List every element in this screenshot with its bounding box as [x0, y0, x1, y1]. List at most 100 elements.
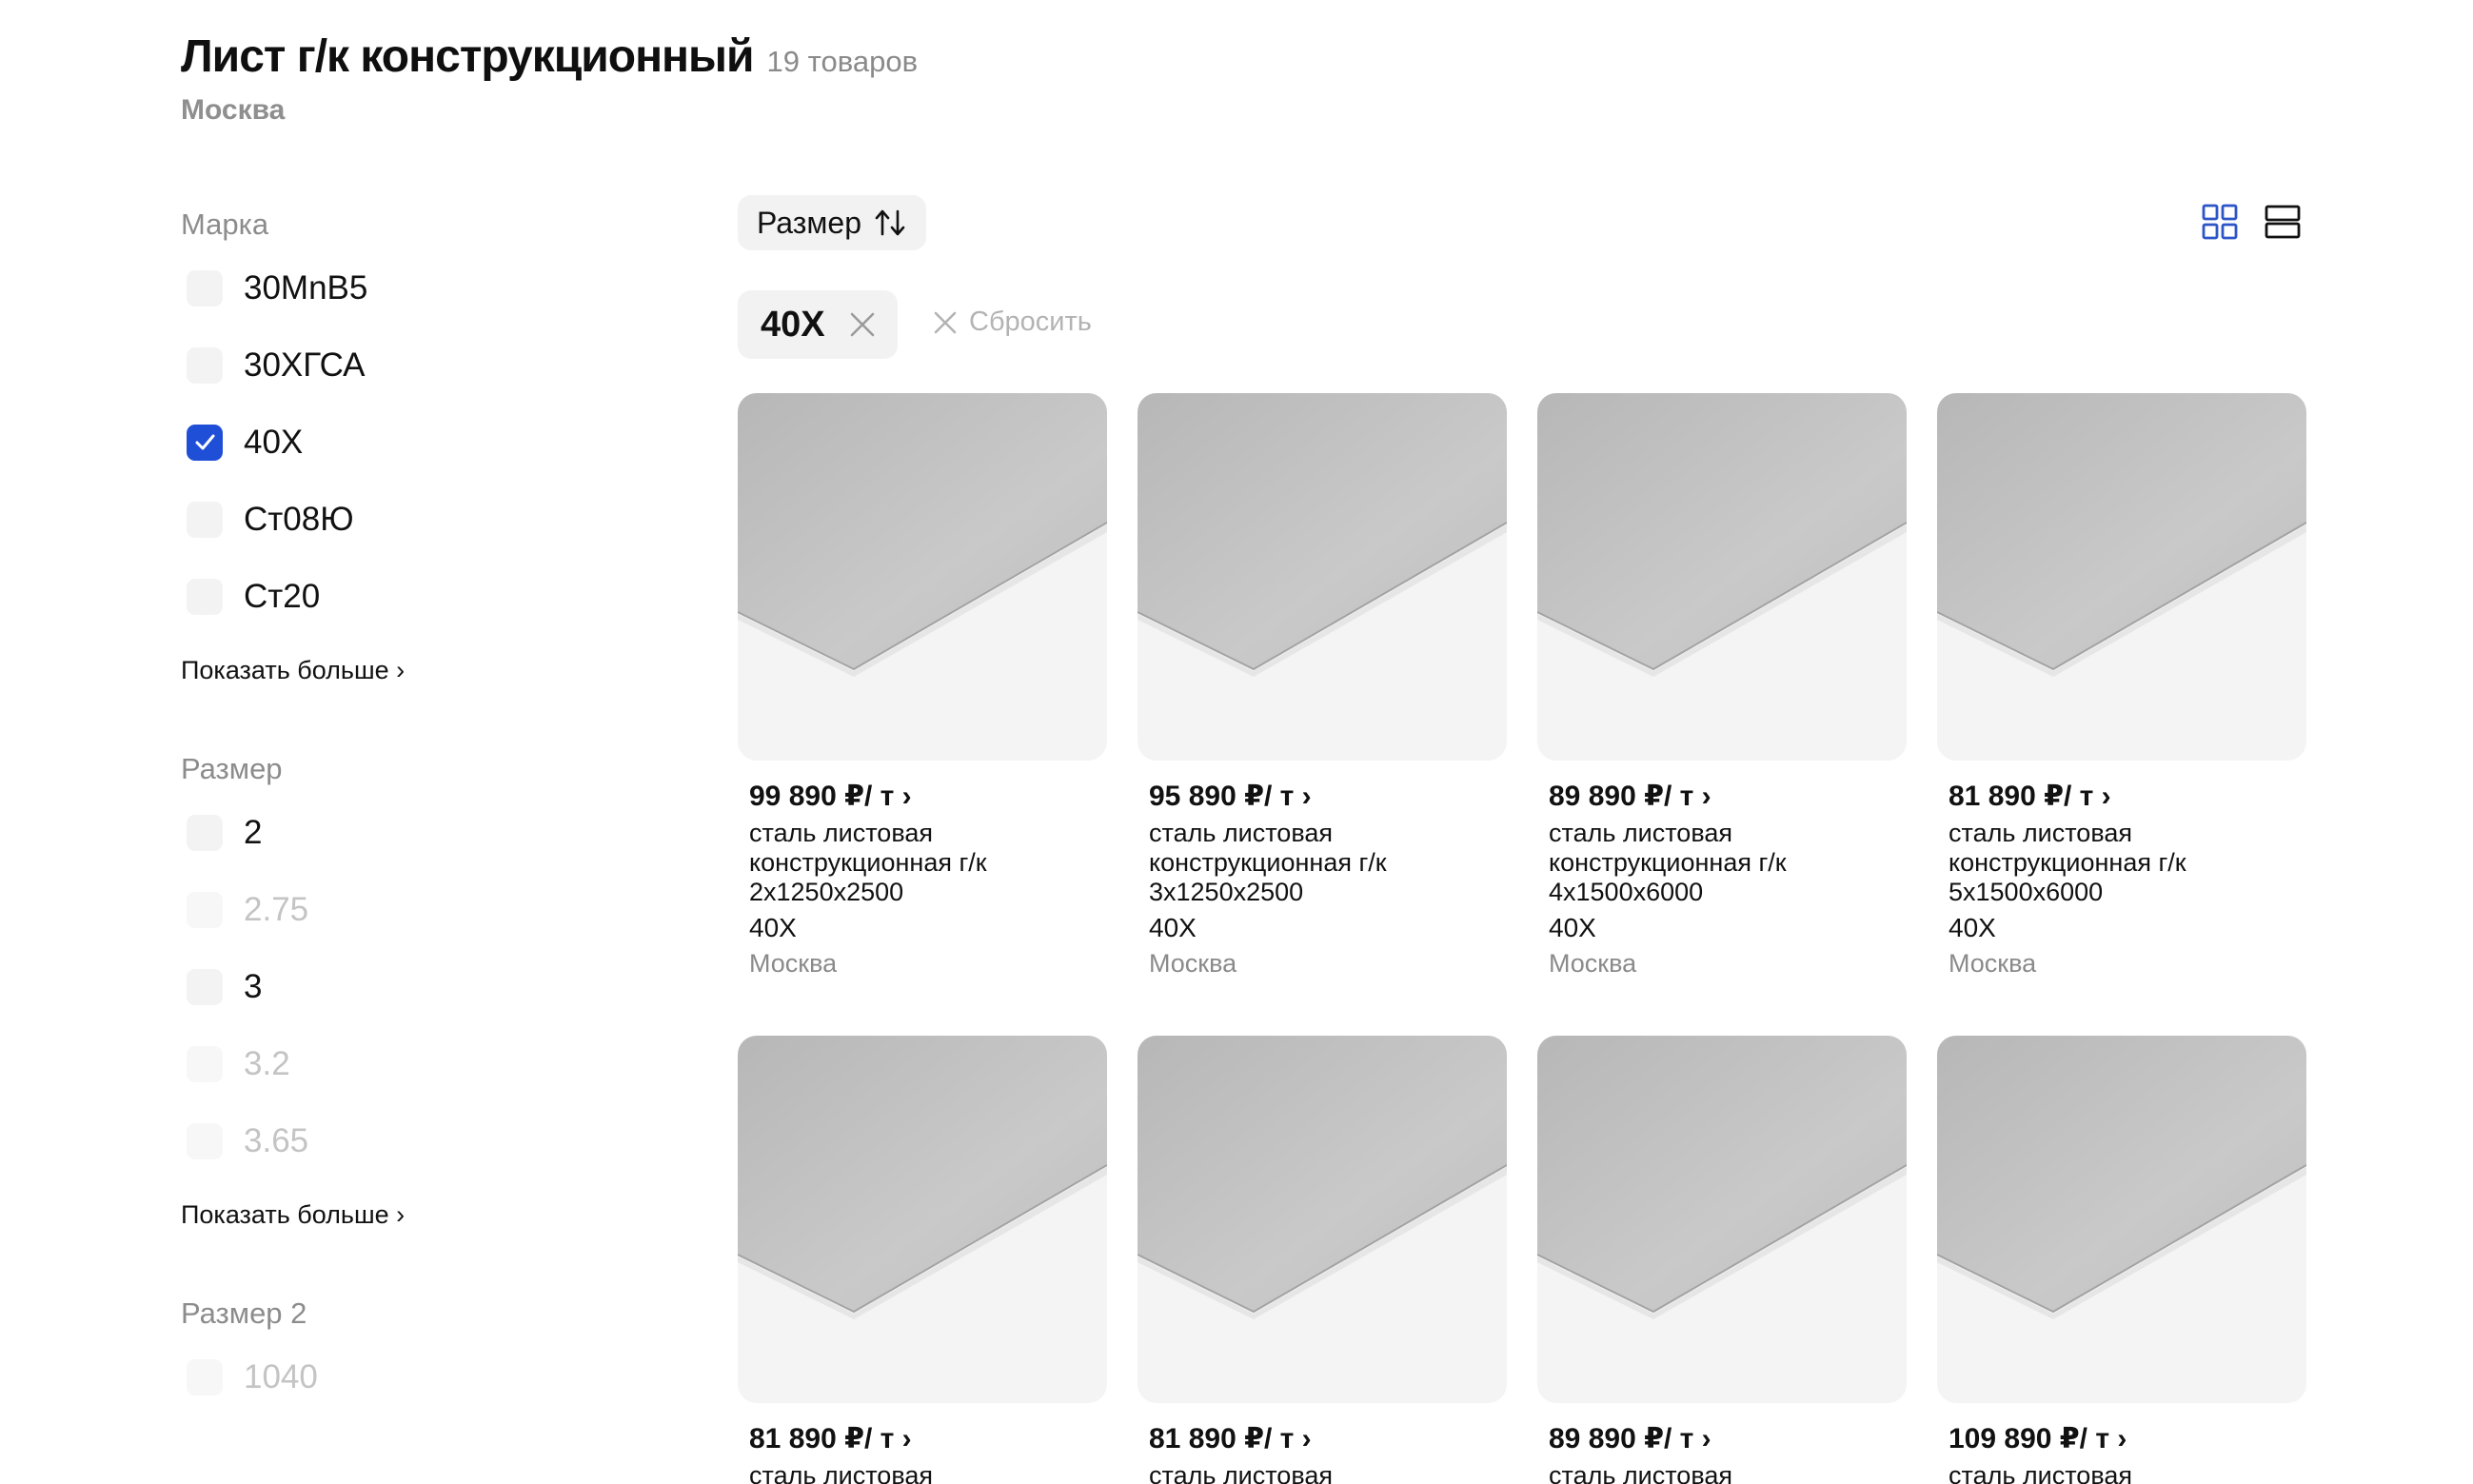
filter-option-label: 3: [244, 967, 263, 1005]
product-name[interactable]: сталь листовая конструкционная г/к 5x150…: [1949, 819, 2291, 907]
product-price[interactable]: 81 890 ₽/ т ›: [1949, 780, 2306, 813]
filter-option: 1040: [181, 1338, 676, 1415]
page-header: Лист г/к конструкционный 19 товаров Моск…: [181, 30, 918, 127]
filters-sidebar: Марка 30MnB5 30ХГСА 40Х Ст08Ю Ст20 Показать бо…: [181, 200, 676, 1415]
checkbox[interactable]: [187, 814, 223, 851]
checkbox: [187, 891, 223, 928]
checkbox: [187, 1122, 223, 1159]
product-price[interactable]: 81 890 ₽/ т ›: [749, 1422, 1107, 1455]
product-image-frame[interactable]: [738, 393, 1107, 761]
product-card[interactable]: 99 890 ₽/ т › сталь листовая конструкцион…: [738, 393, 1107, 979]
checkbox[interactable]: [187, 578, 223, 615]
product-name[interactable]: сталь листовая: [1949, 1461, 2291, 1484]
product-info: 81 890 ₽/ т › сталь листовая: [738, 1422, 1107, 1484]
product-name[interactable]: сталь листовая: [749, 1461, 1092, 1484]
product-image-frame[interactable]: [738, 1036, 1107, 1403]
product-price[interactable]: 99 890 ₽/ т ›: [749, 780, 1107, 813]
filter-option: 3.2: [181, 1025, 676, 1102]
filter-option[interactable]: Ст20: [181, 558, 676, 635]
checkbox[interactable]: [187, 501, 223, 538]
product-info: 89 890 ₽/ т › сталь листовая конструкцион…: [1537, 780, 1907, 979]
product-info: 81 890 ₽/ т › сталь листовая: [1138, 1422, 1507, 1484]
sort-label: Размер: [757, 205, 861, 240]
filter-option[interactable]: 2: [181, 794, 676, 871]
filter-option: 2.75: [181, 871, 676, 948]
filter-group: Размер 2 2.75 3 3.2 3.65 Показать больше ›: [181, 744, 676, 1289]
filter-option-label: 2: [244, 813, 263, 851]
checkbox[interactable]: [187, 346, 223, 384]
checkmark-icon: [195, 434, 215, 449]
product-city: Москва: [749, 949, 838, 978]
filter-option[interactable]: 30ХГСА: [181, 326, 676, 404]
filter-option-label: 1040: [244, 1357, 318, 1395]
page-title: Лист г/к конструкционный: [181, 31, 755, 82]
product-price[interactable]: 89 890 ₽/ т ›: [1549, 1422, 1907, 1455]
filter-option-label: Ст20: [244, 577, 321, 615]
product-image-frame[interactable]: [1937, 393, 2306, 761]
show-more-link[interactable]: Показать больше ›: [181, 656, 405, 685]
product-price[interactable]: 109 890 ₽/ т ›: [1949, 1422, 2306, 1455]
filter-option[interactable]: Ст08Ю: [181, 481, 676, 558]
city-label: Москва: [181, 94, 286, 126]
product-info: 109 890 ₽/ т › сталь листовая: [1937, 1422, 2306, 1484]
filter-title: Размер 2: [181, 1296, 307, 1330]
product-city: Москва: [1949, 949, 2037, 978]
product-name[interactable]: сталь листовая конструкционная г/к 3x125…: [1149, 819, 1492, 907]
product-card[interactable]: 109 890 ₽/ т › сталь листовая: [1937, 1036, 2306, 1484]
product-info: 89 890 ₽/ т › сталь листовая: [1537, 1422, 1907, 1484]
product-image: [1537, 393, 1907, 677]
product-image: [1937, 1036, 2306, 1319]
filter-option: 3.65: [181, 1102, 676, 1179]
filter-option-label: 40Х: [244, 423, 304, 461]
filter-option-label: 3.65: [244, 1121, 309, 1159]
product-name[interactable]: сталь листовая: [1149, 1461, 1492, 1484]
product-image: [1537, 1036, 1907, 1319]
filter-option-label: 2.75: [244, 890, 309, 928]
reset-filters-button[interactable]: Сбросить: [931, 307, 1092, 338]
product-name[interactable]: сталь листовая конструкционная г/к 2x125…: [749, 819, 1092, 907]
grid-view-icon[interactable]: [2201, 203, 2239, 241]
close-icon[interactable]: [848, 310, 877, 339]
product-grade: 40Х: [1949, 913, 1996, 942]
reset-label: Сбросить: [969, 307, 1092, 337]
title-row: Лист г/к конструкционный 19 товаров: [181, 30, 918, 83]
filter-title: Размер: [181, 752, 283, 785]
product-name[interactable]: сталь листовая: [1549, 1461, 1891, 1484]
product-image-frame[interactable]: [1537, 393, 1907, 761]
checkbox: [187, 1358, 223, 1395]
sort-button[interactable]: Размер: [738, 195, 926, 250]
product-info: 99 890 ₽/ т › сталь листовая конструкцион…: [738, 780, 1107, 979]
product-price[interactable]: 81 890 ₽/ т ›: [1149, 1422, 1507, 1455]
product-card[interactable]: 95 890 ₽/ т › сталь листовая конструкцион…: [1138, 393, 1507, 979]
product-image: [1138, 1036, 1507, 1319]
product-price[interactable]: 89 890 ₽/ т ›: [1549, 780, 1907, 813]
product-card[interactable]: 81 890 ₽/ т › сталь листовая: [1138, 1036, 1507, 1484]
show-more-link[interactable]: Показать больше ›: [181, 1200, 405, 1230]
filter-option[interactable]: 40Х: [181, 404, 676, 481]
product-name[interactable]: сталь листовая конструкционная г/к 4x150…: [1549, 819, 1891, 907]
chip-label: 40Х: [761, 304, 825, 345]
checkbox[interactable]: [187, 424, 223, 461]
checkbox[interactable]: [187, 269, 223, 307]
product-card[interactable]: 89 890 ₽/ т › сталь листовая конструкцион…: [1537, 393, 1907, 979]
filter-option-label: Ст08Ю: [244, 500, 354, 538]
product-card[interactable]: 81 890 ₽/ т › сталь листовая: [738, 1036, 1107, 1484]
product-card[interactable]: 81 890 ₽/ т › сталь листовая конструкцион…: [1937, 393, 2306, 979]
product-city: Москва: [1149, 949, 1237, 978]
product-image-frame[interactable]: [1138, 1036, 1507, 1403]
product-price[interactable]: 95 890 ₽/ т ›: [1149, 780, 1507, 813]
checkbox[interactable]: [187, 968, 223, 1005]
list-view-icon[interactable]: [2264, 203, 2302, 241]
product-grade: 40Х: [749, 913, 797, 942]
filter-option[interactable]: 30MnB5: [181, 249, 676, 326]
filter-group: Марка 30MnB5 30ХГСА 40Х Ст08Ю Ст20 Показать бо…: [181, 200, 676, 744]
product-city: Москва: [1549, 949, 1637, 978]
product-card[interactable]: 89 890 ₽/ т › сталь листовая: [1537, 1036, 1907, 1484]
product-info: 95 890 ₽/ т › сталь листовая конструкцион…: [1138, 780, 1507, 979]
filter-option[interactable]: 3: [181, 948, 676, 1025]
filter-group: Размер 2 1040: [181, 1289, 676, 1415]
product-image-frame[interactable]: [1937, 1036, 2306, 1403]
product-image-frame[interactable]: [1537, 1036, 1907, 1403]
product-image-frame[interactable]: [1138, 393, 1507, 761]
filter-option-label: 30ХГСА: [244, 346, 366, 384]
